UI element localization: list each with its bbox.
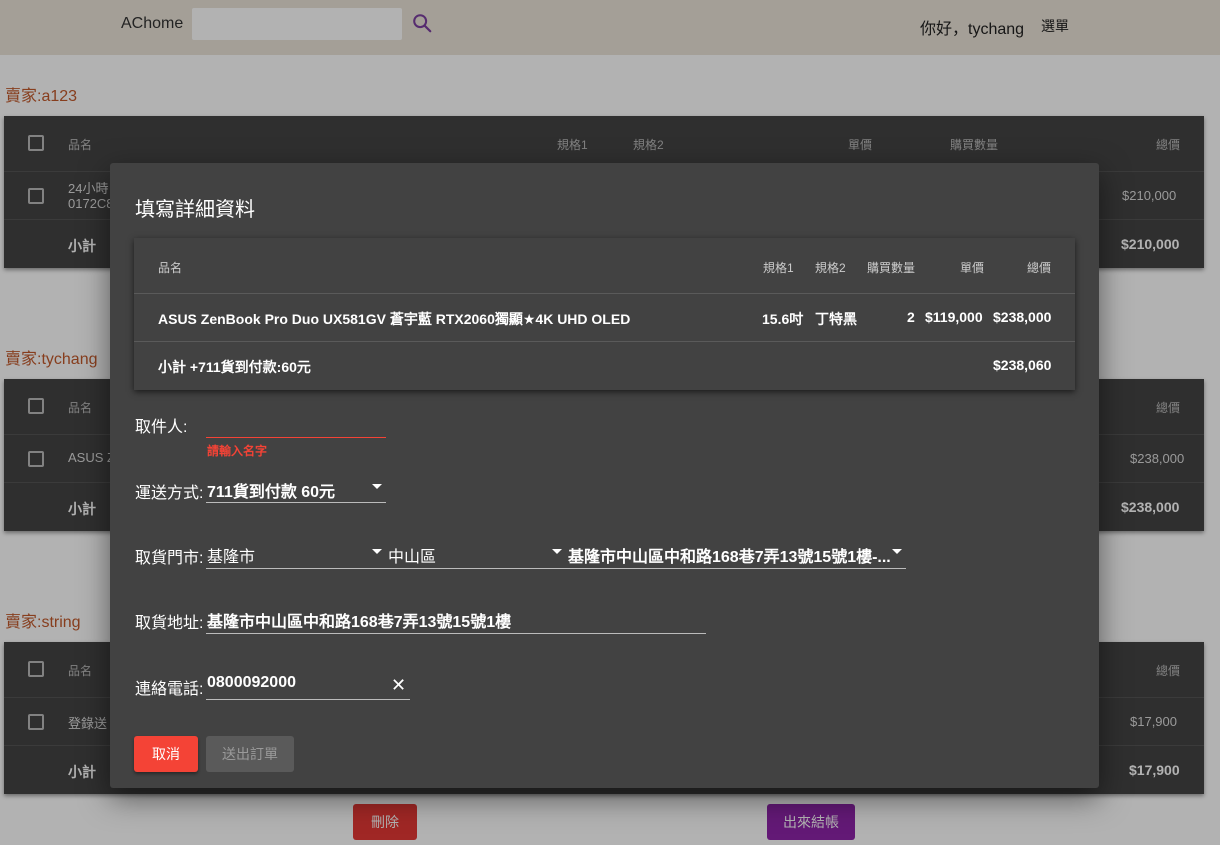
table-header-row: 品名 規格1 規格2 購買數量 單價 總價 xyxy=(134,238,1075,294)
item-name: ASUS ZenBook Pro Duo UX581GV 蒼宇藍 RTX2060… xyxy=(158,311,631,327)
order-summary-table: 品名 規格1 規格2 購買數量 單價 總價 ASUS ZenBook Pro D… xyxy=(134,238,1075,390)
subtotal-label: 小計 +711貨到付款:60元 xyxy=(158,359,311,375)
chevron-down-icon[interactable] xyxy=(552,549,562,554)
address-label: 取貨地址: xyxy=(135,615,204,632)
phone-label: 連絡電話: xyxy=(135,681,204,698)
phone-underline xyxy=(206,699,410,700)
store-select[interactable]: 基隆市中山區中和路168巷7弄13號15號1樓-... xyxy=(568,543,890,567)
header-total: 總價 xyxy=(1027,261,1052,275)
phone-input[interactable]: 0800092000 xyxy=(207,674,385,692)
shipping-label: 運送方式: xyxy=(135,485,204,502)
table-row: ASUS ZenBook Pro Duo UX581GV 蒼宇藍 RTX2060… xyxy=(134,294,1075,342)
order-details-dialog: 填寫詳細資料 品名 規格1 規格2 購買數量 單價 總價 ASUS ZenBoo… xyxy=(110,163,1099,788)
address-underline xyxy=(206,633,706,634)
recipient-input[interactable] xyxy=(207,413,385,435)
item-spec1: 15.6吋 xyxy=(762,311,804,327)
chevron-down-icon[interactable] xyxy=(372,549,382,554)
store-label: 取貨門市: xyxy=(135,550,204,567)
header-spec2: 規格2 xyxy=(815,261,846,275)
header-name: 品名 xyxy=(158,261,183,275)
item-total: $238,000 xyxy=(993,309,1052,325)
recipient-underline xyxy=(206,437,386,438)
shipping-select[interactable]: 711貨到付款 60元 xyxy=(207,478,362,502)
item-qty: 2 xyxy=(907,309,915,325)
dialog-title: 填寫詳細資料 xyxy=(135,199,255,221)
chevron-down-icon[interactable] xyxy=(372,484,382,489)
header-qty: 購買數量 xyxy=(867,261,916,275)
chevron-down-icon[interactable] xyxy=(892,549,902,554)
recipient-label: 取件人: xyxy=(135,419,188,436)
header-price: 單價 xyxy=(960,261,985,275)
shipping-underline xyxy=(206,502,386,503)
item-spec2: 丁特黑 xyxy=(815,311,857,327)
clear-icon[interactable]: ✕ xyxy=(391,675,406,696)
address-input[interactable]: 基隆市中山區中和路168巷7弄13號15號1樓 xyxy=(207,608,702,632)
store-underline xyxy=(206,568,906,569)
header-spec1: 規格1 xyxy=(763,261,794,275)
district-select[interactable]: 中山區 xyxy=(388,543,548,567)
subtotal-value: $238,060 xyxy=(993,357,1052,373)
recipient-error: 請輸入名字 xyxy=(207,444,268,458)
submit-order-button[interactable]: 送出訂單 xyxy=(206,736,294,772)
cancel-button[interactable]: 取消 xyxy=(134,736,198,772)
city-select[interactable]: 基隆市 xyxy=(207,543,367,567)
subtotal-row: 小計 +711貨到付款:60元 $238,060 xyxy=(134,342,1075,390)
item-price: $119,000 xyxy=(925,309,983,325)
